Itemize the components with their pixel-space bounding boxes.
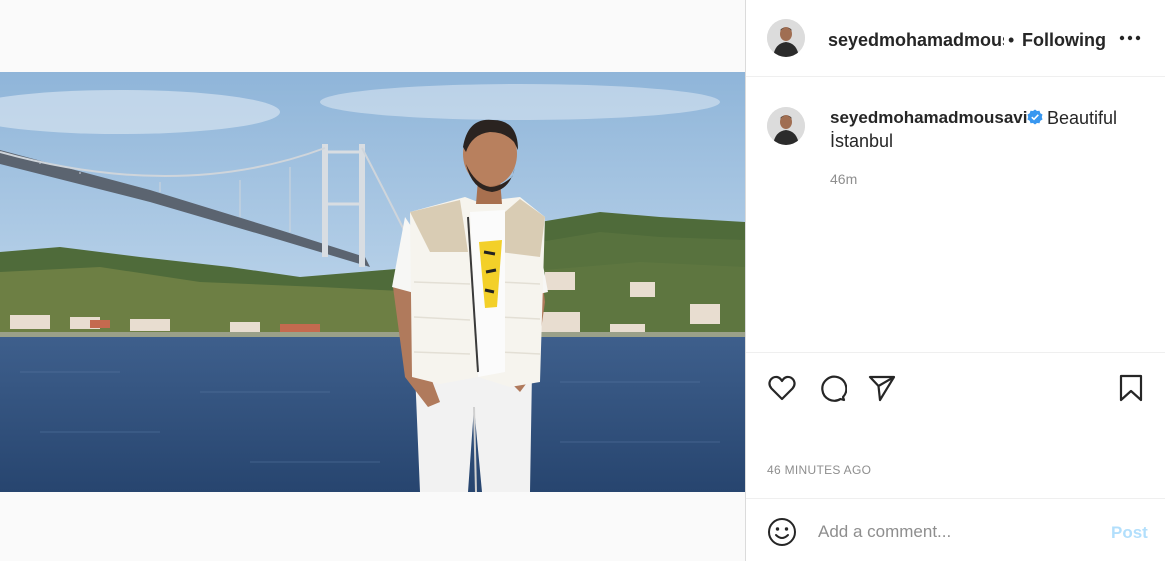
post-sidebar: seyedmohamadmousavi • Following seyedmoh…	[745, 0, 1165, 561]
post-timestamp[interactable]: 46 MINUTES AGO	[767, 463, 871, 477]
verified-badge-icon	[1027, 109, 1043, 125]
media-area	[0, 0, 745, 561]
share-icon[interactable]	[867, 373, 897, 403]
caption-avatar[interactable]	[767, 107, 805, 145]
header-username[interactable]: seyedmohamadmousavi	[828, 30, 1004, 51]
heart-icon[interactable]	[767, 373, 797, 403]
post-header: seyedmohamadmousavi • Following	[746, 0, 1165, 77]
more-horizontal-icon[interactable]	[1118, 28, 1142, 48]
bookmark-icon[interactable]	[1116, 373, 1146, 403]
comment-input[interactable]	[816, 517, 1105, 547]
comment-icon[interactable]	[817, 373, 848, 403]
comment-bar: Post	[746, 498, 1165, 562]
avatar[interactable]	[767, 19, 805, 57]
caption-text-line2: İstanbul	[830, 131, 894, 151]
caption-username[interactable]: seyedmohamadmousavi	[830, 108, 1027, 128]
action-bar	[746, 352, 1165, 402]
caption-text-line1: Beautiful	[1047, 108, 1118, 128]
header-separator: •	[1008, 30, 1015, 50]
post-comment-button[interactable]: Post	[1111, 523, 1148, 543]
following-button[interactable]: Following	[1022, 30, 1106, 51]
caption-time: 46m	[830, 171, 858, 187]
post-photo[interactable]	[0, 72, 745, 492]
emoji-icon[interactable]	[767, 517, 797, 547]
